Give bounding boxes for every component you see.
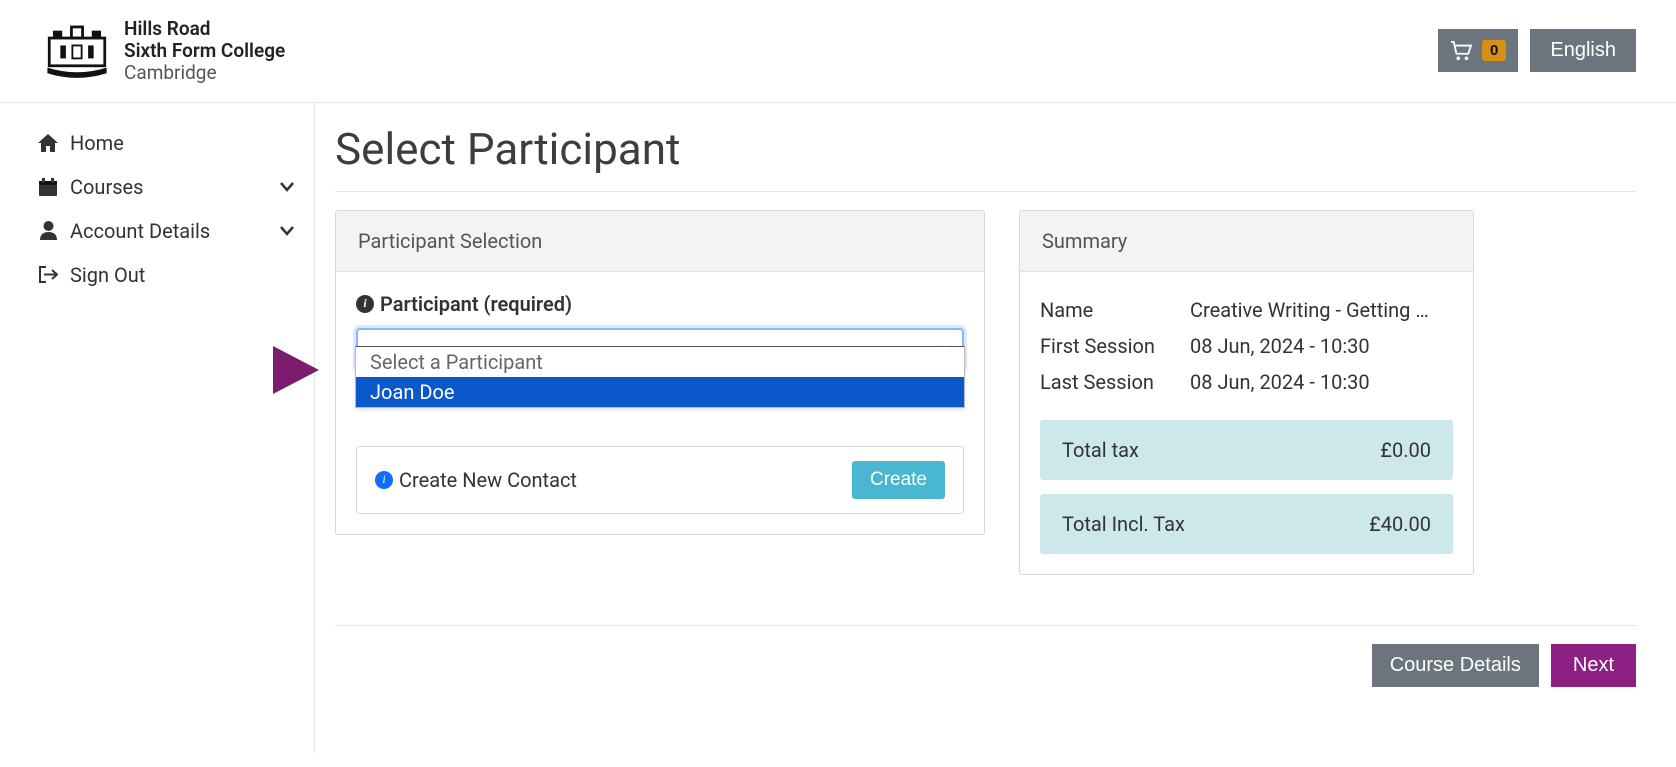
summary-row-last-session: Last Session 08 Jun, 2024 - 10:30 <box>1040 364 1453 400</box>
annotation-arrow-icon <box>273 346 319 394</box>
main-content: Select Participant Participant Selection… <box>315 103 1676 753</box>
home-icon <box>38 134 58 152</box>
sidebar-item-account[interactable]: Account Details <box>38 209 294 253</box>
cart-count-badge: 0 <box>1482 40 1506 61</box>
create-contact-text: Create New Contact <box>399 468 577 492</box>
logo-line3: Cambridge <box>124 62 285 84</box>
total-tax-row: Total tax £0.00 <box>1040 420 1453 480</box>
logo-line2: Sixth Form College <box>124 40 285 62</box>
create-button[interactable]: Create <box>852 461 945 499</box>
summary-value: Creative Writing - Getting … <box>1190 298 1453 322</box>
cart-button[interactable]: 0 <box>1438 29 1518 72</box>
dropdown-option[interactable]: Joan Doe <box>356 377 964 407</box>
participant-column: Participant Selection i Participant (req… <box>335 210 985 575</box>
language-button[interactable]: English <box>1530 29 1636 72</box>
participant-field-label: i Participant (required) <box>356 292 964 316</box>
summary-label: First Session <box>1040 334 1190 358</box>
divider <box>335 191 1636 192</box>
logo-text: Hills Road Sixth Form College Cambridge <box>124 18 285 84</box>
total-label: Total Incl. Tax <box>1062 512 1185 536</box>
sidebar-item-signout[interactable]: Sign Out <box>38 253 294 297</box>
sidebar-item-label: Sign Out <box>70 263 145 287</box>
logo-line1: Hills Road <box>124 18 285 40</box>
user-icon <box>38 221 58 240</box>
sidebar: Home Courses Account Details <box>0 103 315 753</box>
summary-panel-header: Summary <box>1020 211 1473 272</box>
summary-row-name: Name Creative Writing - Getting … <box>1040 292 1453 328</box>
total-incl-tax-row: Total Incl. Tax £40.00 <box>1040 494 1453 554</box>
sidebar-item-label: Home <box>70 131 124 155</box>
summary-row-first-session: First Session 08 Jun, 2024 - 10:30 <box>1040 328 1453 364</box>
participant-label-text: Participant (required) <box>380 292 572 316</box>
sidebar-item-courses[interactable]: Courses <box>38 165 294 209</box>
summary-label: Last Session <box>1040 370 1190 394</box>
summary-column: Summary Name Creative Writing - Getting … <box>1019 210 1474 575</box>
signout-icon <box>38 266 58 283</box>
page-title: Select Participant <box>335 123 1636 175</box>
footer-actions: Course Details Next <box>335 625 1636 687</box>
sidebar-item-label: Account Details <box>70 219 210 243</box>
total-label: Total tax <box>1062 438 1139 462</box>
info-icon: i <box>375 471 393 489</box>
cart-icon <box>1450 41 1472 61</box>
calendar-icon <box>38 178 58 196</box>
participant-panel-header: Participant Selection <box>336 211 984 272</box>
logo[interactable]: Hills Road Sixth Form College Cambridge <box>40 18 285 84</box>
header: Hills Road Sixth Form College Cambridge … <box>0 0 1676 103</box>
chevron-down-icon <box>280 177 294 196</box>
participant-dropdown: Select a Participant Joan Doe <box>355 346 965 408</box>
course-details-button[interactable]: Course Details <box>1372 644 1539 687</box>
sidebar-item-home[interactable]: Home <box>38 121 294 165</box>
next-button[interactable]: Next <box>1551 644 1636 687</box>
sidebar-item-label: Courses <box>70 175 143 199</box>
dropdown-option-placeholder[interactable]: Select a Participant <box>356 347 964 377</box>
summary-label: Name <box>1040 298 1190 322</box>
header-actions: 0 English <box>1438 29 1636 72</box>
info-icon: i <box>356 295 374 313</box>
summary-value: 08 Jun, 2024 - 10:30 <box>1190 370 1453 394</box>
summary-panel: Summary Name Creative Writing - Getting … <box>1019 210 1474 575</box>
create-contact-row: i Create New Contact Create <box>356 446 964 514</box>
total-value: £40.00 <box>1369 512 1431 536</box>
chevron-down-icon <box>280 221 294 240</box>
summary-value: 08 Jun, 2024 - 10:30 <box>1190 334 1453 358</box>
college-crest-icon <box>40 21 114 81</box>
create-contact-label: i Create New Contact <box>375 468 577 492</box>
total-value: £0.00 <box>1380 438 1431 462</box>
